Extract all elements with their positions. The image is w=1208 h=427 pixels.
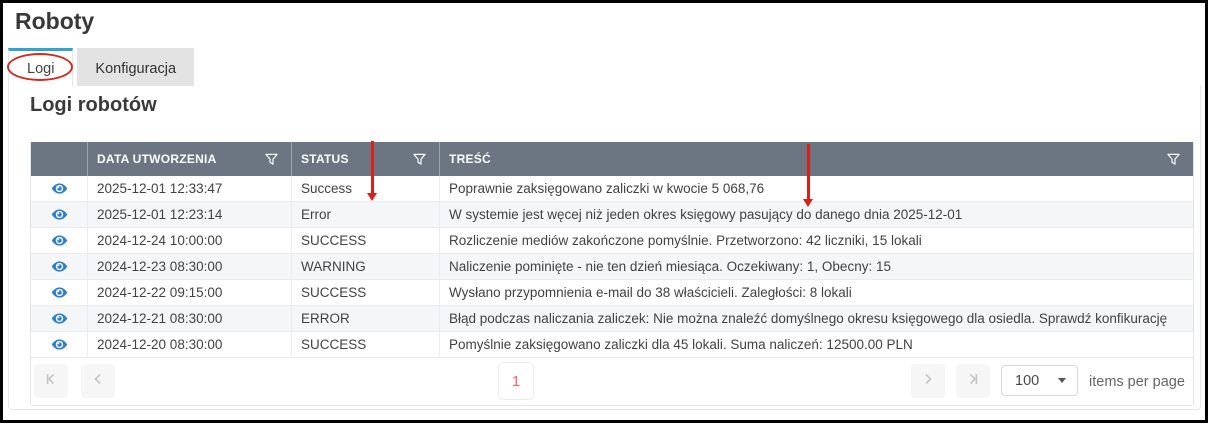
view-details-eye-icon[interactable]: [51, 337, 68, 352]
log-row: 2025-12-01 12:23:14 Error W systemie jes…: [31, 202, 1193, 228]
log-status-cell: WARNING: [292, 254, 440, 279]
log-status-cell: SUCCESS: [292, 332, 440, 357]
grid-body: 2025-12-01 12:33:47 Success Poprawnie za…: [31, 176, 1193, 358]
log-row: 2024-12-21 08:30:00 ERROR Błąd podczas n…: [31, 306, 1193, 332]
view-details-eye-icon[interactable]: [51, 259, 68, 274]
log-row: 2024-12-20 08:30:00 SUCCESS Pomyślnie za…: [31, 332, 1193, 358]
tab-logi[interactable]: Logi: [8, 48, 74, 86]
page-title: Roboty: [15, 8, 95, 34]
pager: 1 100 items per page: [31, 358, 1193, 405]
filter-funnel-icon[interactable]: [1167, 153, 1180, 166]
row-actions-cell: [31, 228, 88, 253]
seek-last-icon: [965, 371, 981, 392]
seek-first-icon: [43, 371, 59, 392]
tab-konfiguracja[interactable]: Konfiguracja: [77, 48, 195, 86]
row-actions-cell: [31, 280, 88, 305]
column-header-content-label: TREŚĆ: [449, 152, 491, 166]
pager-first-page-button[interactable]: [34, 364, 68, 398]
column-header-created[interactable]: DATA UTWORZENIA: [88, 142, 292, 176]
chevron-left-icon: [90, 371, 106, 392]
log-status-cell: SUCCESS: [292, 228, 440, 253]
pager-previous-page-button[interactable]: [81, 364, 115, 398]
log-created-cell: 2024-12-20 08:30:00: [88, 332, 292, 357]
pager-current-page-button[interactable]: 1: [498, 362, 534, 400]
log-created-cell: 2024-12-21 08:30:00: [88, 306, 292, 331]
log-row: 2024-12-23 08:30:00 WARNING Naliczenie p…: [31, 254, 1193, 280]
view-details-eye-icon[interactable]: [51, 207, 68, 222]
tab-konfiguracja-label: Konfiguracja: [95, 60, 177, 77]
items-per-page-label: items per page: [1089, 373, 1185, 390]
filter-funnel-icon[interactable]: [413, 153, 426, 166]
view-details-eye-icon[interactable]: [51, 311, 68, 326]
column-header-created-label: DATA UTWORZENIA: [97, 152, 217, 166]
column-header-actions: [31, 142, 88, 176]
log-status-cell: Error: [292, 202, 440, 227]
row-actions-cell: [31, 176, 88, 201]
view-details-eye-icon[interactable]: [51, 285, 68, 300]
row-actions-cell: [31, 254, 88, 279]
log-status-cell: ERROR: [292, 306, 440, 331]
app-window: Roboty Logi Konfiguracja Logi robotów DA…: [0, 0, 1208, 423]
log-status-cell: Success: [292, 176, 440, 201]
pager-last-page-button[interactable]: [956, 364, 990, 398]
view-details-eye-icon[interactable]: [51, 181, 68, 196]
column-header-status[interactable]: STATUS: [292, 142, 440, 176]
page-size-value: 100: [1015, 372, 1040, 389]
log-content-cell: W systemie jest węcej niż jeden okres ks…: [449, 207, 963, 222]
log-row: 2024-12-22 09:15:00 SUCCESS Wysłano przy…: [31, 280, 1193, 306]
row-actions-cell: [31, 202, 88, 227]
tab-content-panel: Logi robotów DATA UTWORZENIA STATUS TREŚ…: [8, 86, 1201, 410]
page-size-dropdown[interactable]: 100: [1001, 365, 1078, 396]
log-created-cell: 2024-12-23 08:30:00: [88, 254, 292, 279]
chevron-right-icon: [920, 371, 936, 392]
row-actions-cell: [31, 306, 88, 331]
log-row: 2025-12-01 12:33:47 Success Poprawnie za…: [31, 176, 1193, 202]
tab-strip: Logi Konfiguracja: [8, 48, 195, 86]
log-content-cell: Rozliczenie mediów zakończone pomyślnie.…: [449, 233, 922, 248]
log-created-cell: 2024-12-22 09:15:00: [88, 280, 292, 305]
tab-logi-label: Logi: [27, 60, 55, 77]
column-header-content[interactable]: TREŚĆ: [440, 142, 1193, 176]
log-content-cell: Poprawnie zaksięgowano zaliczki w kwocie…: [449, 181, 765, 196]
log-row: 2024-12-24 10:00:00 SUCCESS Rozliczenie …: [31, 228, 1193, 254]
log-created-cell: 2024-12-24 10:00:00: [88, 228, 292, 253]
log-content-cell: Pomyślnie zaksięgowano zaliczki dla 45 l…: [449, 337, 913, 352]
logs-grid: DATA UTWORZENIA STATUS TREŚĆ 2025-12-01 …: [30, 142, 1194, 406]
section-heading: Logi robotów: [30, 94, 157, 116]
log-created-cell: 2025-12-01 12:23:14: [88, 202, 292, 227]
row-actions-cell: [31, 332, 88, 357]
filter-funnel-icon[interactable]: [265, 153, 278, 166]
grid-header-row: DATA UTWORZENIA STATUS TREŚĆ: [31, 142, 1193, 176]
view-details-eye-icon[interactable]: [51, 233, 68, 248]
log-created-cell: 2025-12-01 12:33:47: [88, 176, 292, 201]
log-content-cell: Wysłano przypomnienia e-mail do 38 właśc…: [449, 285, 852, 300]
log-content-cell: Naliczenie pominięte - nie ten dzień mie…: [449, 259, 891, 274]
column-header-status-label: STATUS: [301, 152, 349, 166]
caret-down-icon: [1058, 378, 1066, 383]
pager-next-page-button[interactable]: [911, 364, 945, 398]
log-content-cell: Błąd podczas naliczania zaliczek: Nie mo…: [449, 311, 1168, 326]
log-status-cell: SUCCESS: [292, 280, 440, 305]
